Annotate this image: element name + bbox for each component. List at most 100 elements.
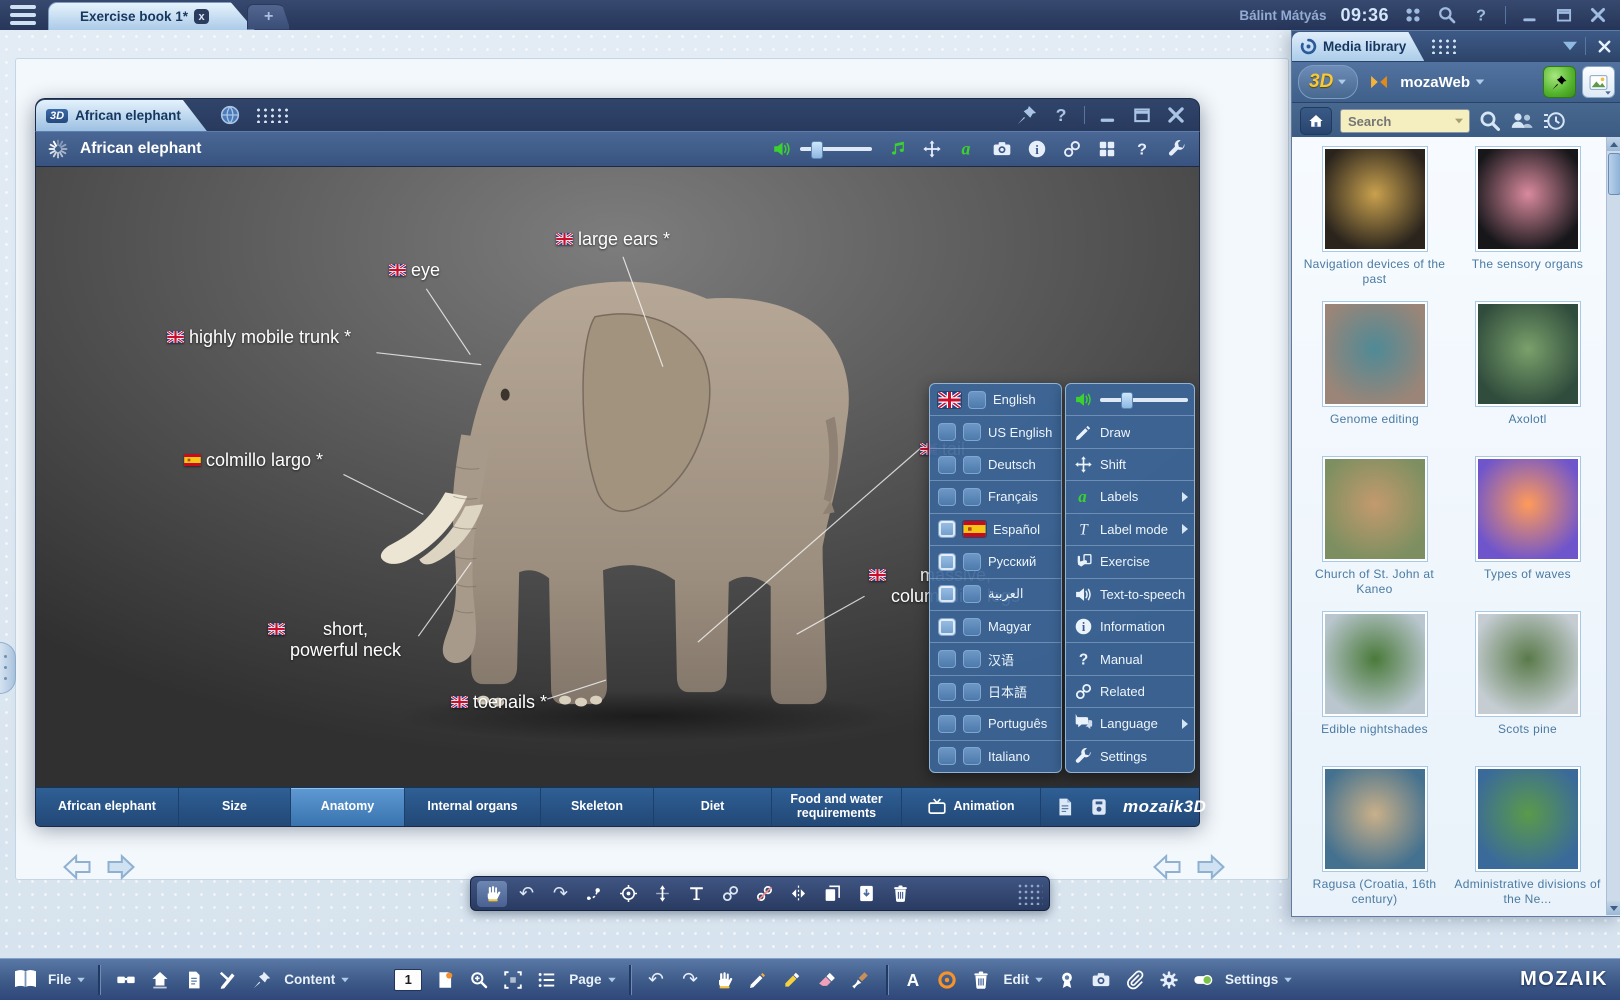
media-library-tab[interactable]: Media library	[1292, 32, 1424, 61]
mirror-tool-button[interactable]	[783, 881, 813, 907]
copy-tool-button[interactable]	[817, 881, 847, 907]
language-checkbox[interactable]	[963, 456, 981, 474]
3d-viewport[interactable]: large ears *eyehighly mobile trunk *colm…	[35, 167, 1200, 787]
menu-item-exercise[interactable]: Exercise	[1066, 545, 1194, 577]
description-page-icon[interactable]	[1055, 797, 1075, 817]
main-menu-icon[interactable]	[10, 5, 36, 25]
hand-tool-button[interactable]	[477, 881, 507, 907]
select-area-button[interactable]	[499, 966, 526, 993]
language-item-magyar[interactable]: Magyar	[930, 610, 1061, 642]
exercise-book-tab[interactable]: Exercise book 1* x	[48, 2, 255, 31]
viewer-tab-internal-organs[interactable]: Internal organs	[405, 788, 541, 826]
model-label-large-ears[interactable]: large ears *	[556, 229, 670, 250]
apps-grid-icon[interactable]	[1403, 5, 1423, 25]
help-icon[interactable]: ?	[1471, 5, 1491, 25]
pin-window-icon[interactable]	[1016, 104, 1038, 126]
close-icon[interactable]	[1596, 38, 1613, 55]
language-checkbox[interactable]	[963, 715, 981, 733]
language-item-item[interactable]: Русский	[930, 545, 1061, 577]
link-button[interactable]	[715, 881, 745, 907]
menu-item-language[interactable]: Language	[1066, 707, 1194, 739]
home-stack-button[interactable]	[146, 966, 173, 993]
media-item-the-sensory-organs[interactable]: The sensory organs	[1451, 147, 1604, 302]
move-button[interactable]	[922, 139, 942, 159]
marker-button[interactable]	[779, 966, 806, 993]
language-item-espa-ol[interactable]: Español	[930, 513, 1061, 545]
nav-diamond-icon[interactable]	[1366, 71, 1392, 93]
language-checkbox[interactable]	[963, 553, 981, 571]
new-tab-button[interactable]: +	[247, 4, 290, 30]
help-icon[interactable]: ?	[1050, 104, 1072, 126]
language-checkbox[interactable]	[938, 618, 956, 636]
pin-button[interactable]	[248, 966, 275, 993]
viewer-tab-diet[interactable]: Diet	[654, 788, 772, 826]
updown-tool-button[interactable]	[647, 881, 677, 907]
collapse-icon[interactable]	[1563, 42, 1577, 50]
camera-button[interactable]	[1087, 966, 1114, 993]
music-button[interactable]	[887, 139, 907, 159]
language-item-english[interactable]: English	[930, 384, 1061, 415]
globe-icon[interactable]	[219, 104, 241, 126]
save-tool-button[interactable]	[851, 881, 881, 907]
page-pin-button[interactable]	[431, 966, 458, 993]
scrollbar-thumb[interactable]	[1608, 153, 1620, 195]
media-item-administrative-divisions-of-the-ne[interactable]: Administrative divisions of the Ne...	[1451, 767, 1604, 916]
close-icon[interactable]	[1165, 104, 1187, 126]
pin-panel-button[interactable]	[1543, 66, 1576, 98]
grid-button[interactable]	[1097, 139, 1117, 159]
trash-button[interactable]	[968, 966, 995, 993]
brush-button[interactable]	[847, 966, 874, 993]
pen-button[interactable]	[745, 966, 772, 993]
media-item-axolotl[interactable]: Axolotl	[1451, 302, 1604, 457]
previous-page-icon[interactable]	[1150, 852, 1184, 882]
unlink-tool-button[interactable]	[749, 881, 779, 907]
next-page-icon[interactable]	[104, 852, 138, 882]
language-checkbox[interactable]	[938, 456, 956, 474]
search-box[interactable]	[1340, 109, 1470, 133]
language-checkbox[interactable]	[938, 520, 956, 538]
labels-a-button[interactable]: a	[957, 139, 977, 159]
maximize-icon[interactable]	[1131, 104, 1153, 126]
edit-menu[interactable]: Edit	[1004, 972, 1045, 987]
redo-button[interactable]: ↷	[545, 881, 575, 907]
model-label-highly-mobile-trunk[interactable]: highly mobile trunk *	[167, 327, 351, 348]
menu-item-labels[interactable]: aLabels	[1066, 480, 1194, 512]
menu-item-label-mode[interactable]: TLabel mode	[1066, 513, 1194, 545]
tools-button[interactable]	[214, 966, 241, 993]
language-checkbox[interactable]	[968, 391, 986, 409]
model-label-toenails[interactable]: toenails *	[451, 692, 547, 713]
media-item-navigation-devices-of-the-past[interactable]: Navigation devices of the past	[1298, 147, 1451, 302]
source-selector[interactable]: mozaWeb	[1400, 74, 1485, 91]
eraser-button[interactable]	[813, 966, 840, 993]
ruler-tool-button[interactable]	[681, 881, 711, 907]
viewer-tab-anatomy[interactable]: Anatomy	[291, 788, 405, 826]
menu-item-shift[interactable]: Shift	[1066, 448, 1194, 480]
language-checkbox[interactable]	[963, 650, 981, 668]
list-button[interactable]	[533, 966, 560, 993]
language-checkbox[interactable]	[963, 747, 981, 765]
undo-button[interactable]: ↶	[511, 881, 541, 907]
previous-page-icon[interactable]	[60, 852, 94, 882]
scrollbar[interactable]	[1606, 137, 1620, 915]
media-item-ragusa-croatia-16th-century[interactable]: Ragusa (Croatia, 16th century)	[1298, 767, 1451, 916]
media-item-types-of-waves[interactable]: Types of waves	[1451, 457, 1604, 612]
community-icon[interactable]	[1510, 109, 1534, 133]
language-checkbox[interactable]	[938, 650, 956, 668]
undo-button[interactable]: ↶	[643, 966, 670, 993]
menu-item-information[interactable]: iInformation	[1066, 610, 1194, 642]
clip-button[interactable]	[1121, 966, 1148, 993]
close-icon[interactable]	[1588, 5, 1608, 25]
language-checkbox[interactable]	[963, 488, 981, 506]
language-checkbox[interactable]	[938, 683, 956, 701]
settings-menu[interactable]: Settings	[1225, 972, 1293, 987]
model-label-eye[interactable]: eye	[389, 260, 440, 281]
record-circle-button[interactable]	[934, 966, 961, 993]
drag-grip-icon[interactable]	[1430, 38, 1460, 54]
language-checkbox[interactable]	[963, 618, 981, 636]
minimize-icon[interactable]	[1520, 5, 1540, 25]
menu-volume-slider[interactable]	[1066, 384, 1194, 415]
info-button[interactable]: i	[1027, 139, 1047, 159]
language-checkbox[interactable]	[938, 553, 956, 571]
recent-items-icon[interactable]	[1542, 109, 1566, 133]
language-item-portugu-s[interactable]: Português	[930, 707, 1061, 739]
